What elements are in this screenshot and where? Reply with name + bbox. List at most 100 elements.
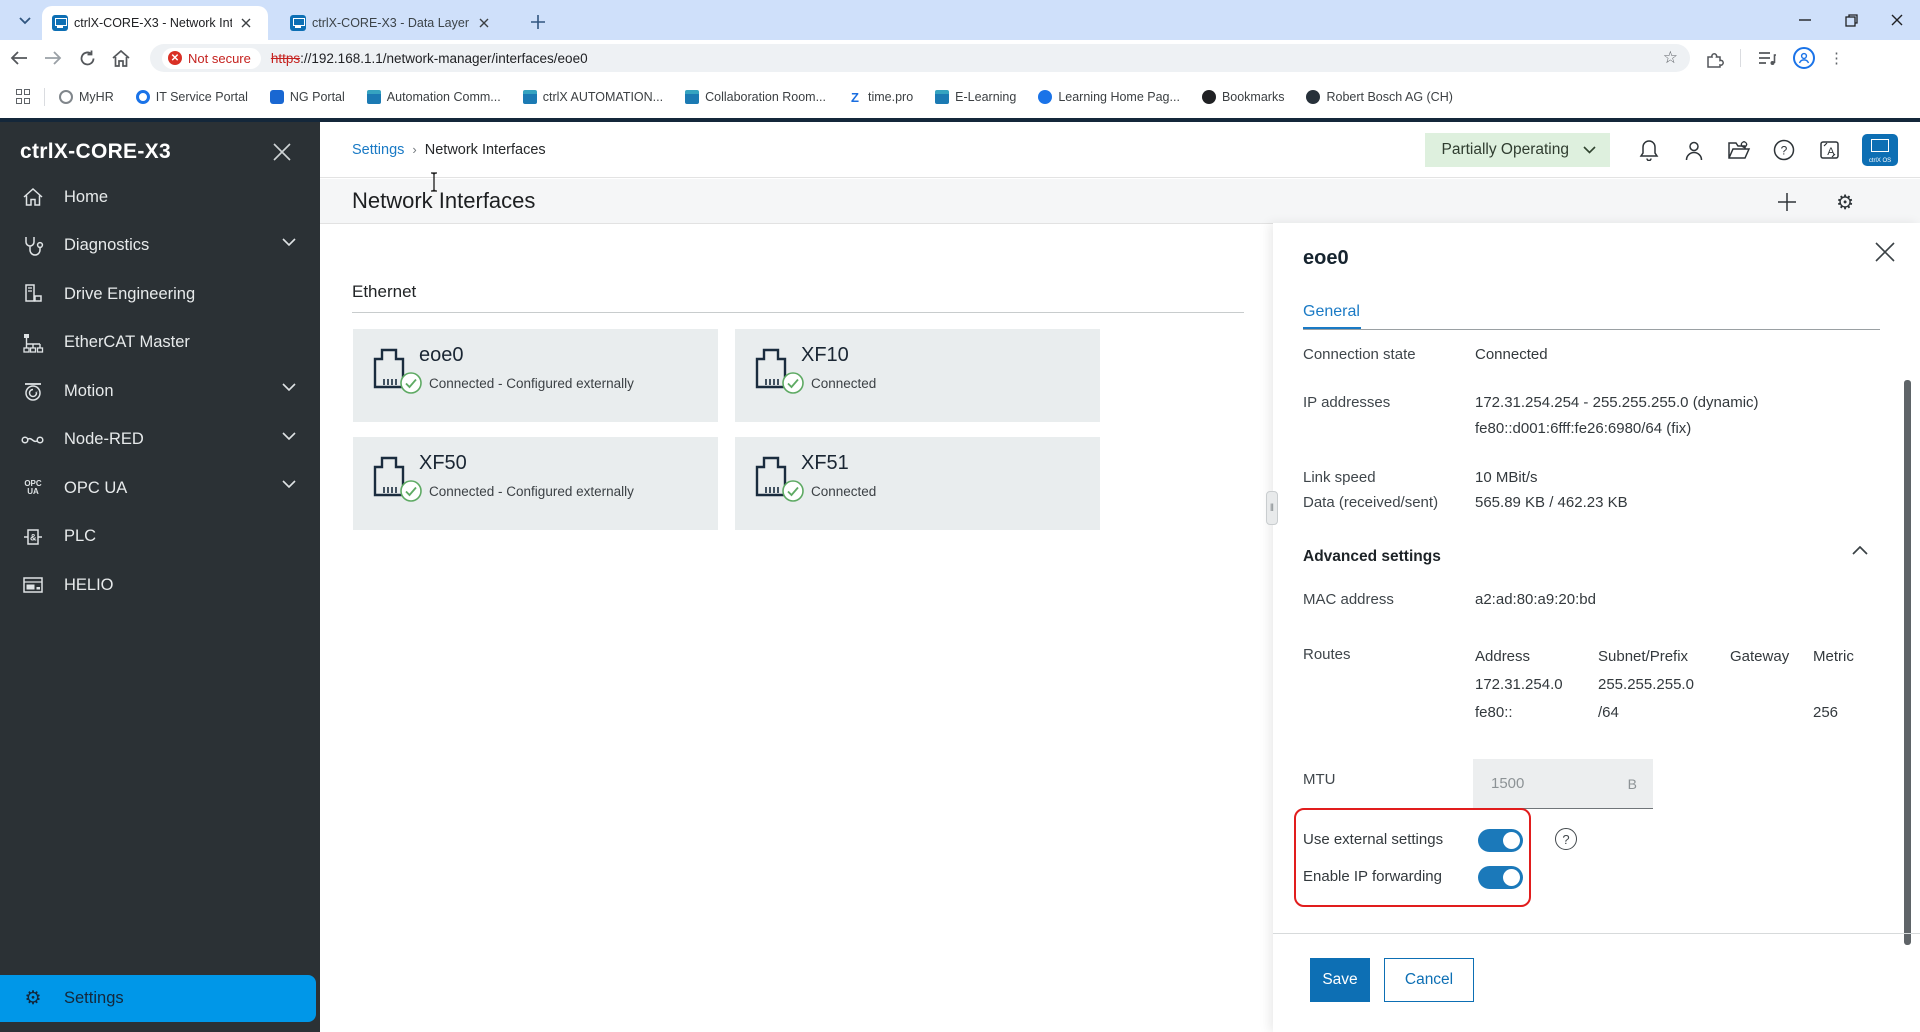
bookmark-favicon bbox=[522, 90, 537, 104]
tab-title: ctrlX-CORE-X3 - Network Interf bbox=[74, 16, 232, 30]
route-cell: 172.31.254.0 bbox=[1475, 676, 1563, 693]
playlist-icon[interactable] bbox=[1755, 46, 1779, 70]
system-status-dropdown[interactable]: Partially Operating bbox=[1425, 133, 1610, 167]
drawer-scrollbar[interactable] bbox=[1904, 380, 1911, 945]
page-subheader: Network Interfaces ⚙ bbox=[320, 179, 1920, 224]
enable-ip-forwarding-toggle[interactable] bbox=[1478, 866, 1523, 889]
interface-settings-gear-icon[interactable]: ⚙ bbox=[1836, 190, 1854, 215]
tab-search-icon[interactable] bbox=[14, 10, 36, 32]
user-account-icon[interactable] bbox=[1682, 138, 1706, 162]
drawer-title: eoe0 bbox=[1303, 247, 1349, 269]
home-icon[interactable] bbox=[106, 43, 136, 73]
routes-label: Routes bbox=[1303, 646, 1351, 663]
bookmark-item[interactable]: NG Portal bbox=[269, 90, 345, 104]
profile-avatar[interactable] bbox=[1793, 47, 1815, 69]
tab-title: ctrlX-CORE-X3 - Data Layer bbox=[312, 16, 469, 30]
link-speed-label: Link speed bbox=[1303, 469, 1376, 486]
interface-card-eoe0[interactable]: eoe0 Connected - Configured externally bbox=[353, 329, 718, 422]
notifications-bell-icon[interactable] bbox=[1637, 138, 1661, 162]
url-text[interactable]: https://192.168.1.1/network-manager/inte… bbox=[271, 51, 588, 66]
drawer-close-icon[interactable] bbox=[1874, 241, 1898, 265]
bookmark-item[interactable]: Learning Home Pag... bbox=[1038, 90, 1180, 104]
address-bar[interactable]: ✕ Not secure https://192.168.1.1/network… bbox=[150, 44, 1690, 72]
reload-icon[interactable] bbox=[72, 43, 102, 73]
bookmark-item[interactable]: Collaboration Room... bbox=[685, 90, 826, 104]
interface-card-xf50[interactable]: XF50 Connected - Configured externally bbox=[353, 437, 718, 530]
sidebar-item-opc-ua[interactable]: OPC UA OPC UA bbox=[0, 464, 320, 513]
red-annotation-box bbox=[1294, 808, 1531, 907]
use-external-settings-toggle[interactable] bbox=[1478, 829, 1523, 852]
help-tooltip-icon[interactable]: ? bbox=[1555, 828, 1577, 850]
bookmark-favicon bbox=[1306, 90, 1321, 104]
bookmark-favicon: Z bbox=[848, 90, 863, 105]
bookmark-item[interactable]: Automation Comm... bbox=[366, 90, 501, 104]
sidebar-item-motion[interactable]: Motion bbox=[0, 367, 320, 416]
bookmark-item[interactable]: E-Learning bbox=[935, 90, 1016, 104]
interface-card-xf10[interactable]: XF10 Connected bbox=[735, 329, 1100, 422]
stethoscope-icon bbox=[20, 234, 46, 258]
ctrlx-os-logo[interactable]: ctrlX OS bbox=[1862, 134, 1898, 166]
add-interface-button[interactable] bbox=[1776, 191, 1798, 213]
sidebar-item-plc[interactable]: & PLC bbox=[0, 513, 320, 562]
bookmark-star-icon[interactable]: ☆ bbox=[1663, 48, 1678, 68]
sidebar-item-node-red[interactable]: Node-RED bbox=[0, 416, 320, 465]
sidebar-item-ethercat-master[interactable]: EtherCAT Master bbox=[0, 319, 320, 368]
tab-close-icon[interactable] bbox=[238, 15, 254, 31]
chrome-menu-icon[interactable]: ⋮ bbox=[1829, 49, 1844, 67]
sidebar-item-diagnostics[interactable]: Diagnostics bbox=[0, 222, 320, 271]
bookmark-favicon bbox=[269, 90, 284, 104]
bookmark-item[interactable]: Robert Bosch AG (CH) bbox=[1306, 90, 1453, 104]
browser-tab-inactive[interactable]: ctrlX-CORE-X3 - Data Layer bbox=[280, 6, 506, 40]
sidebar-item-drive-engineering[interactable]: Drive Engineering bbox=[0, 270, 320, 319]
bookmark-item[interactable]: IT Service Portal bbox=[135, 90, 248, 104]
sidebar-item-helio[interactable]: HELIO bbox=[0, 561, 320, 610]
data-transfer-label: Data (received/sent) bbox=[1303, 494, 1439, 511]
help-icon[interactable]: ? bbox=[1772, 138, 1796, 162]
close-window-button[interactable] bbox=[1874, 0, 1920, 40]
minimize-button[interactable] bbox=[1782, 0, 1828, 40]
tab-general[interactable]: General bbox=[1303, 303, 1360, 321]
motion-icon bbox=[20, 379, 46, 403]
browser-tab-active[interactable]: ctrlX-CORE-X3 - Network Interf bbox=[42, 6, 268, 40]
drawer-resize-handle[interactable]: ‖ bbox=[1266, 491, 1278, 525]
tab-close-icon[interactable] bbox=[476, 15, 492, 31]
breadcrumb-settings-link[interactable]: Settings bbox=[352, 142, 404, 158]
bookmark-favicon bbox=[366, 90, 381, 104]
chevron-down-icon bbox=[282, 480, 296, 489]
chevron-up-icon[interactable] bbox=[1852, 546, 1868, 556]
advanced-settings-header[interactable]: Advanced settings bbox=[1303, 548, 1441, 566]
sidebar-close-icon[interactable] bbox=[272, 142, 294, 164]
apps-folder-icon[interactable] bbox=[1727, 138, 1751, 162]
bookmark-item[interactable]: ctrlX AUTOMATION... bbox=[522, 90, 663, 104]
mtu-input[interactable]: 1500 B bbox=[1473, 759, 1653, 809]
bookmark-item[interactable]: MyHR bbox=[59, 90, 114, 104]
sidebar-item-settings[interactable]: ⚙ Settings bbox=[0, 975, 316, 1022]
apps-grid-icon[interactable] bbox=[16, 89, 32, 105]
sidebar-item-home[interactable]: Home bbox=[0, 173, 320, 222]
save-button[interactable]: Save bbox=[1310, 958, 1370, 1002]
security-chip[interactable]: ✕ Not secure bbox=[162, 47, 261, 69]
connected-check-icon bbox=[781, 479, 805, 503]
connection-state-value: Connected bbox=[1475, 346, 1548, 363]
mac-address-label: MAC address bbox=[1303, 591, 1394, 608]
bookmark-item[interactable]: Bookmarks bbox=[1201, 90, 1284, 104]
language-translate-icon[interactable]: A bbox=[1817, 138, 1841, 162]
restore-button[interactable] bbox=[1828, 0, 1874, 40]
forward-icon[interactable] bbox=[38, 43, 68, 73]
cancel-button[interactable]: Cancel bbox=[1384, 958, 1474, 1002]
bookmark-favicon bbox=[1038, 90, 1053, 104]
bookmark-item[interactable]: Ztime.pro bbox=[848, 90, 913, 105]
routes-header-subnet: Subnet/Prefix bbox=[1598, 648, 1689, 665]
url-rest: ://192.168.1.1/network-manager/interface… bbox=[300, 50, 588, 66]
opc-ua-icon: OPC UA bbox=[24, 479, 42, 497]
interface-detail-drawer: ‖ eoe0 General Connection state Connecte… bbox=[1266, 223, 1920, 1032]
back-icon[interactable] bbox=[4, 43, 34, 73]
extensions-puzzle-icon[interactable] bbox=[1702, 46, 1726, 70]
sidebar: ctrlX-CORE-X3 Home Diagnostics Drive Eng… bbox=[0, 122, 320, 1032]
new-tab-button[interactable] bbox=[528, 12, 548, 32]
mtu-unit: B bbox=[1627, 775, 1637, 792]
section-divider bbox=[352, 312, 1244, 313]
screen: ctrlX-CORE-X3 - Network Interf ctrlX-COR… bbox=[0, 0, 1920, 1032]
interface-card-xf51[interactable]: XF51 Connected bbox=[735, 437, 1100, 530]
routes-header-metric: Metric bbox=[1813, 648, 1854, 665]
